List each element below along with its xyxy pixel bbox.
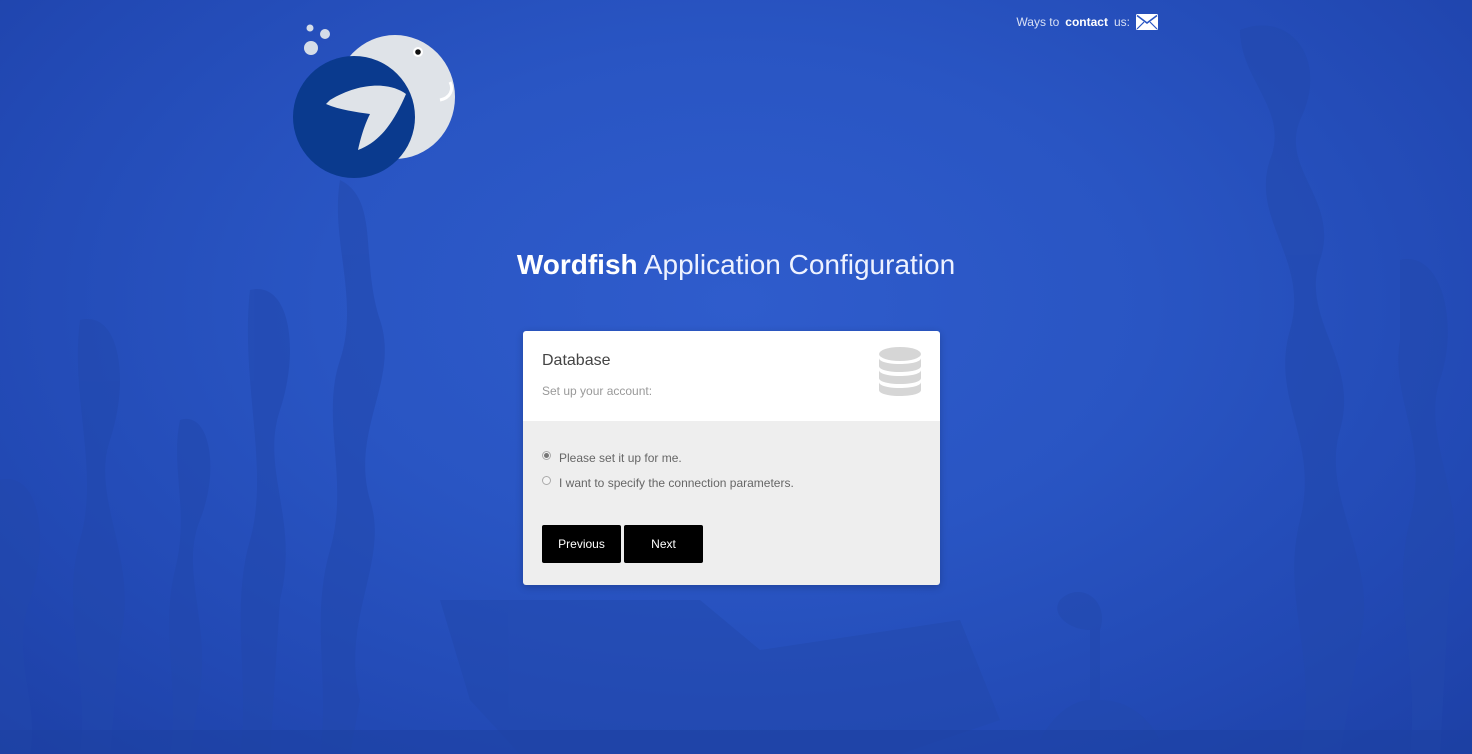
card-subheading: Set up your account: [542, 384, 653, 398]
title-brand: Wordfish [516, 249, 638, 280]
next-button[interactable]: Next [624, 525, 703, 563]
option-manual-params-label: I want to specify the connection paramet… [559, 476, 794, 490]
database-icon [879, 347, 921, 396]
radio-auto-setup[interactable] [542, 450, 551, 460]
title-rest: Application Configuration [643, 249, 956, 280]
option-auto-setup-label: Please set it up for me. [559, 451, 682, 465]
previous-button[interactable]: Previous [542, 525, 621, 563]
radio-manual-params[interactable] [542, 475, 551, 485]
option-auto-setup[interactable]: Please set it up for me. [542, 450, 682, 465]
contact-prefix: Ways to [1016, 15, 1060, 29]
contact-suffix: us: [1113, 15, 1130, 29]
wordfish-logo [293, 24, 455, 178]
page-title: Wordfish Application Configuration [0, 249, 1472, 281]
option-manual-params[interactable]: I want to specify the connection paramet… [542, 475, 794, 490]
contact-info: Ways to contact us: [1016, 14, 1158, 30]
card-header: Database Set up your account: [523, 331, 940, 421]
card-body: Please set it up for me. I want to speci… [523, 421, 940, 585]
page: Ways to contact us: Wordfish Application… [0, 0, 1472, 754]
card-heading: Database [542, 352, 611, 369]
database-setup-card: Database Set up your account: Please set… [523, 331, 940, 585]
contact-link[interactable]: contact [1065, 15, 1108, 29]
mail-icon[interactable] [1136, 14, 1158, 30]
